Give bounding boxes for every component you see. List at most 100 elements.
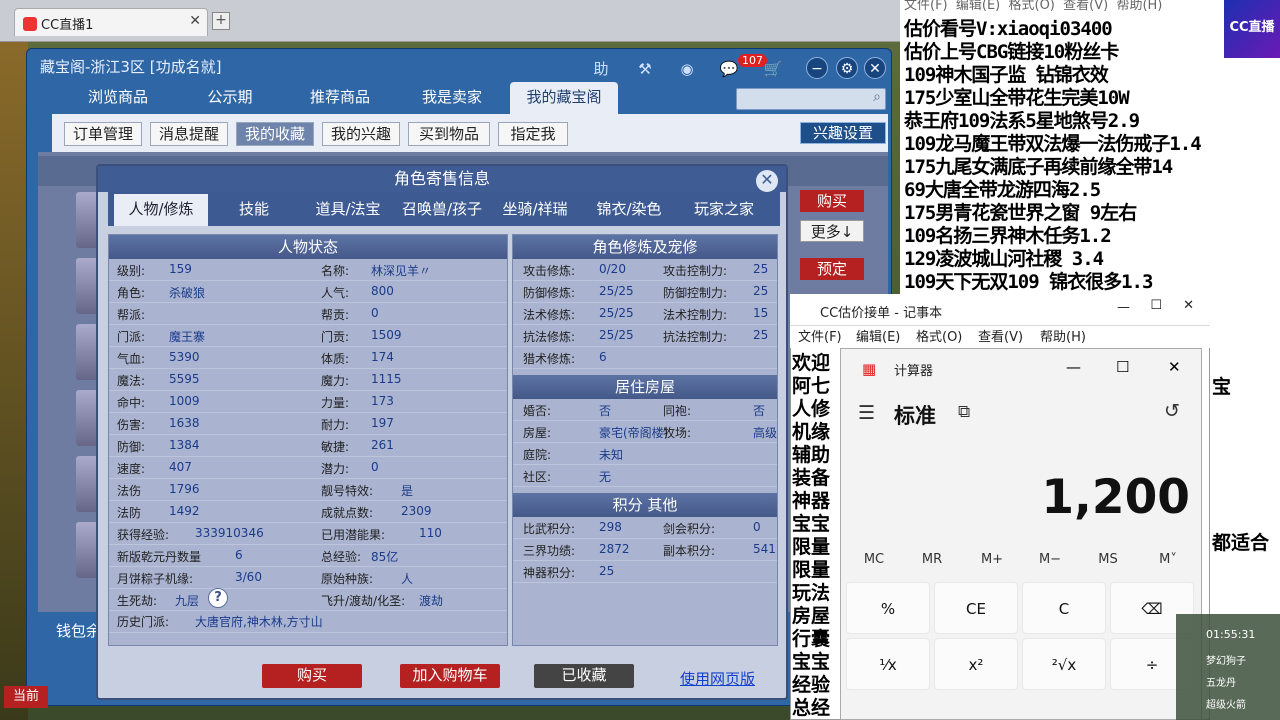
widget-time: 01:55:31	[1206, 628, 1256, 641]
role-thumbnail[interactable]	[76, 522, 98, 578]
search-input[interactable]: ⌕	[736, 88, 886, 110]
add-to-cart-button[interactable]: 加入购物车	[400, 664, 500, 688]
house-label: 社区:	[523, 470, 552, 484]
status-label: 魔法:	[117, 374, 146, 388]
sub-tab-favorites[interactable]: 我的收藏	[236, 122, 314, 146]
mem-clear-button[interactable]: MC	[846, 552, 902, 572]
sub-tab-designated[interactable]: 指定我	[498, 122, 568, 146]
keep-on-top-icon[interactable]: ⧉	[958, 402, 970, 422]
sub-tab-messages[interactable]: 消息提醒	[150, 122, 228, 146]
square-key[interactable]: x²	[934, 638, 1018, 690]
interest-settings-button[interactable]: 兴趣设置	[800, 122, 886, 144]
list-buy-button[interactable]: 购买	[800, 190, 864, 212]
menu-help[interactable]: 帮助(H)	[1040, 326, 1086, 345]
role-thumbnail[interactable]	[76, 192, 98, 248]
hammer-icon[interactable]: ⚒	[634, 58, 656, 80]
tab-skills[interactable]: 技能	[210, 194, 298, 226]
points-row: 比武积分: 298 剑会积分: 0	[513, 517, 777, 539]
mem-list-button[interactable]: M˅	[1140, 552, 1196, 572]
menu-file[interactable]: 文件(F)	[798, 326, 842, 345]
game-current-button[interactable]: 当前	[4, 686, 48, 708]
help-question-icon[interactable]: ?	[208, 588, 228, 608]
sub-tab-orders[interactable]: 订单管理	[64, 122, 142, 146]
nav-tab-public[interactable]: 公示期	[180, 82, 280, 114]
nav-tab-my-cbg[interactable]: 我的藏宝阁	[510, 82, 618, 114]
role-thumbnail[interactable]	[76, 324, 98, 380]
nav-tab-recommend[interactable]: 推荐商品	[290, 82, 390, 114]
status-value: 159	[169, 262, 192, 276]
history-icon[interactable]: ↺	[1164, 400, 1180, 422]
percent-key[interactable]: %	[846, 582, 930, 634]
clear-key[interactable]: C	[1022, 582, 1106, 634]
sub-tab-interests[interactable]: 我的兴趣	[322, 122, 400, 146]
list-reserve-button[interactable]: 预定	[800, 258, 864, 280]
cultivation-row: 法术修炼: 25/25 法术控制力: 15	[513, 303, 777, 325]
status-value: 1509	[371, 328, 402, 342]
status-value: 85亿	[371, 550, 399, 564]
status-value: 261	[371, 438, 394, 452]
sub-tab-bought[interactable]: 买到物品	[408, 122, 490, 146]
house-value: 豪宅(帝阁楼)	[599, 426, 669, 440]
clear-entry-key[interactable]: CE	[934, 582, 1018, 634]
close-icon[interactable]: ✕	[1183, 298, 1194, 313]
tab-mounts[interactable]: 坐骑/祥瑞	[490, 194, 580, 226]
role-thumbnail[interactable]	[76, 456, 98, 512]
menu-edit[interactable]: 编辑(E)	[856, 326, 900, 345]
role-thumbnail[interactable]	[76, 390, 98, 446]
mem-store-button[interactable]: MS	[1080, 552, 1136, 572]
status-label: 帮贡:	[321, 308, 350, 322]
tab-character[interactable]: 人物/修炼	[114, 194, 208, 226]
status-row: 级别: 159 名称: 林深见羊〃	[109, 259, 507, 281]
maximize-icon[interactable]: ☐	[1116, 358, 1129, 376]
cultivation-row: 防御修炼: 25/25 防御控制力: 25	[513, 281, 777, 303]
mem-recall-button[interactable]: MR	[904, 552, 960, 572]
minimize-button[interactable]: −	[806, 57, 828, 79]
help-button[interactable]: 助	[590, 58, 612, 80]
points-value: 0	[753, 520, 761, 534]
status-label: 帮派:	[117, 308, 146, 322]
maximize-icon[interactable]: ☐	[1150, 298, 1162, 313]
nav-tab-browse[interactable]: 浏览商品	[68, 82, 168, 114]
mem-add-button[interactable]: M+	[964, 552, 1020, 572]
minimize-icon[interactable]: —	[1066, 358, 1081, 376]
dialog-title: 角色寄售信息	[98, 166, 786, 192]
cultivation-value: 0/20	[599, 262, 626, 276]
tab-costume[interactable]: 锦衣/染色	[582, 194, 676, 226]
widget-item: 超级火箭	[1206, 700, 1246, 711]
menu-format[interactable]: 格式(O)	[916, 326, 962, 345]
house-label: 牧场:	[663, 426, 692, 440]
dialog-buy-button[interactable]: 购买	[262, 664, 362, 688]
status-label: 伤害:	[117, 418, 146, 432]
house-row: 房屋: 豪宅(帝阁楼) 牧场: 高级	[513, 421, 777, 443]
list-more-button[interactable]: 更多↓	[800, 220, 864, 242]
menu-view[interactable]: 查看(V)	[978, 326, 1023, 345]
reciprocal-key[interactable]: ¹⁄x	[846, 638, 930, 690]
nav-tab-seller[interactable]: 我是卖家	[402, 82, 502, 114]
history-row: 历史门派: 大唐官府,神木林,方寸山	[109, 611, 507, 633]
close-icon[interactable]: ✕	[864, 57, 886, 79]
close-icon[interactable]: ✕	[1168, 358, 1181, 376]
tab-home[interactable]: 玩家之家	[678, 194, 770, 226]
search-icon[interactable]: ⌕	[873, 89, 881, 105]
new-tab-button[interactable]: +	[212, 12, 230, 30]
cart-icon[interactable]: 🛒	[762, 58, 784, 80]
mem-subtract-button[interactable]: M−	[1022, 552, 1078, 572]
dialog-close-icon[interactable]: ✕	[756, 170, 778, 192]
browser-tab[interactable]: CC直播1 ✕	[14, 8, 208, 36]
tab-pets[interactable]: 召唤兽/孩子	[396, 194, 488, 226]
collected-button[interactable]: 已收藏	[534, 664, 634, 688]
hamburger-menu-icon[interactable]: ☰	[858, 402, 875, 424]
cultivation-label: 法术修炼:	[523, 308, 576, 322]
role-thumbnail[interactable]	[76, 258, 98, 314]
cultivation-label: 抗法控制力:	[663, 330, 728, 344]
house-label: 庭院:	[523, 448, 552, 462]
minimize-icon[interactable]: —	[1117, 300, 1130, 315]
sqrt-key[interactable]: ²√x	[1022, 638, 1106, 690]
status-value: 1009	[169, 394, 200, 408]
settings-icon[interactable]: ⚙	[836, 57, 858, 79]
record-icon[interactable]: ◉	[676, 58, 698, 80]
web-version-link[interactable]: 使用网页版	[680, 668, 755, 689]
tab-items[interactable]: 道具/法宝	[302, 194, 394, 226]
chat-icon[interactable]: 💬	[718, 58, 740, 80]
close-tab-icon[interactable]: ✕	[189, 13, 201, 29]
